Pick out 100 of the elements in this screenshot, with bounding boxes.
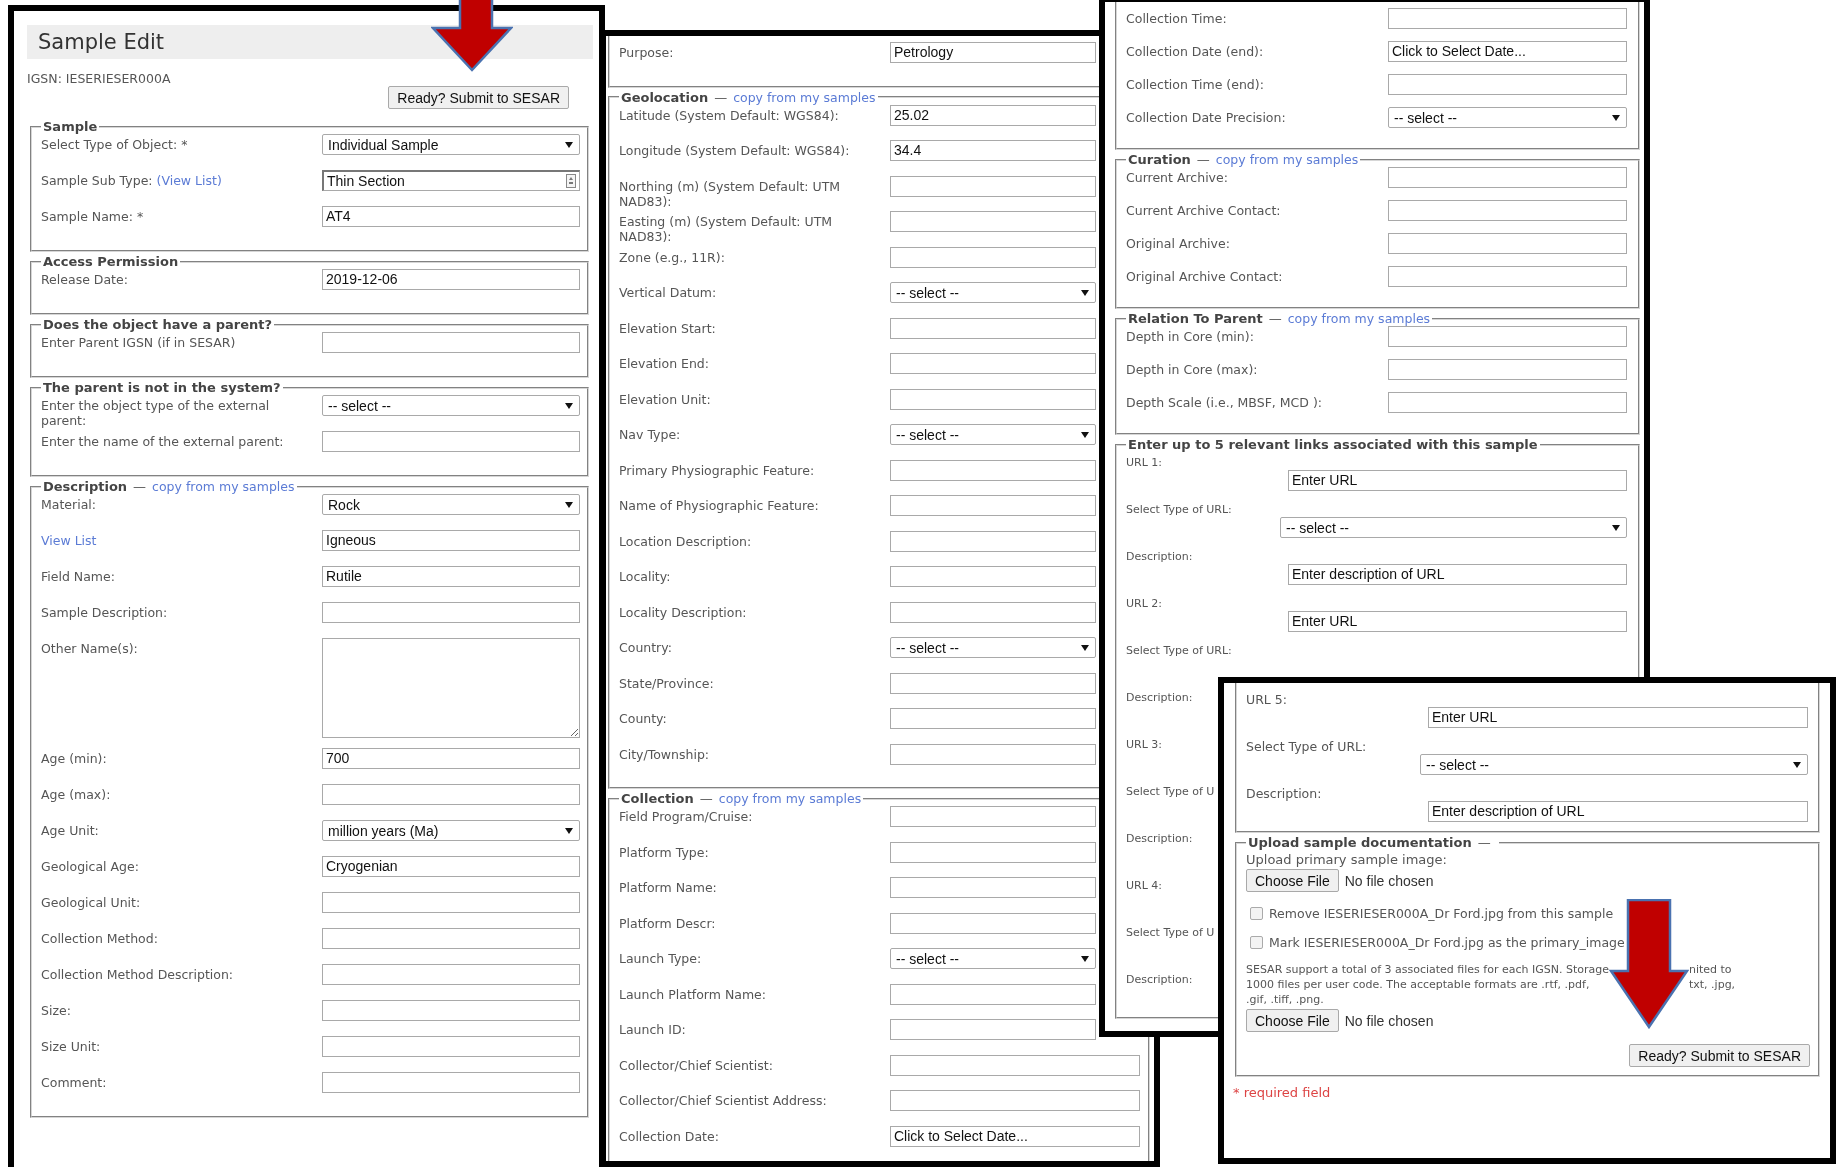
- separator-dash: —: [1196, 152, 1210, 167]
- text-field[interactable]: Click to Select Date...: [890, 1125, 1140, 1147]
- text-field[interactable]: [322, 332, 580, 353]
- dropdown[interactable]: -- select --: [890, 948, 1096, 969]
- text-field[interactable]: AT4: [322, 206, 580, 227]
- text-field[interactable]: [322, 892, 580, 913]
- text-area[interactable]: [322, 638, 580, 738]
- text-field[interactable]: [1388, 167, 1627, 188]
- checkbox[interactable]: [1250, 936, 1263, 949]
- text-field[interactable]: [1388, 8, 1627, 29]
- text-field[interactable]: [890, 912, 1096, 934]
- text-field[interactable]: [1388, 359, 1627, 380]
- lookup-field[interactable]: Thin Section: [322, 170, 580, 191]
- field-label: Launch Platform Name:: [619, 986, 766, 1002]
- copy-link[interactable]: copy from my samples: [152, 479, 295, 494]
- text-field[interactable]: Igneous: [322, 530, 580, 551]
- choose-file-button[interactable]: Choose File: [1246, 869, 1339, 892]
- dropdown[interactable]: -- select --: [890, 424, 1096, 445]
- submit-button[interactable]: Ready? Submit to SESAR: [388, 86, 569, 109]
- dropdown[interactable]: -- select --: [890, 637, 1096, 658]
- field-label: Sample Description:: [41, 605, 168, 620]
- dropdown[interactable]: Individual Sample: [322, 134, 580, 155]
- text-field[interactable]: 700: [322, 748, 580, 769]
- view-list-link[interactable]: (View List): [156, 173, 222, 188]
- view-list-link[interactable]: View List: [41, 533, 97, 548]
- text-field[interactable]: [890, 175, 1096, 197]
- copy-link[interactable]: copy from my samples: [1287, 311, 1431, 326]
- field-label: URL 2:: [1126, 596, 1163, 611]
- text-field[interactable]: Rutile: [322, 566, 580, 587]
- text-field[interactable]: [890, 530, 1096, 552]
- text-field[interactable]: Enter description of URL: [1288, 564, 1627, 585]
- copy-link[interactable]: copy from my samples: [733, 89, 876, 105]
- text-field[interactable]: [890, 601, 1096, 623]
- text-field[interactable]: [890, 353, 1096, 374]
- field-label: Collection Time (end):: [1126, 77, 1264, 92]
- text-field[interactable]: 25.02: [890, 104, 1096, 126]
- dropdown[interactable]: -- select --: [1420, 754, 1808, 775]
- text-field[interactable]: [322, 928, 580, 949]
- text-field[interactable]: Enter URL: [1428, 707, 1808, 728]
- text-field[interactable]: [1388, 326, 1627, 347]
- dropdown[interactable]: -- select --: [1280, 517, 1627, 538]
- choose-file-button[interactable]: Choose File: [1246, 1009, 1339, 1032]
- text-field[interactable]: Enter description of URL: [1428, 801, 1808, 822]
- dropdown[interactable]: million years (Ma): [322, 820, 580, 841]
- text-field[interactable]: [890, 672, 1096, 694]
- text-field[interactable]: [890, 459, 1096, 481]
- text-field[interactable]: [890, 566, 1096, 587]
- text-field[interactable]: [322, 964, 580, 985]
- text-field[interactable]: [1388, 74, 1627, 95]
- text-field[interactable]: [1388, 200, 1627, 221]
- field-label: Description:: [1126, 972, 1193, 987]
- text-field[interactable]: [322, 431, 580, 452]
- text-field[interactable]: 2019-12-06: [322, 269, 580, 290]
- text-field[interactable]: [890, 1090, 1140, 1111]
- text-field[interactable]: Click to Select Date...: [1388, 41, 1627, 62]
- text-field[interactable]: [890, 841, 1096, 863]
- copy-link[interactable]: copy from my samples: [1215, 152, 1359, 167]
- caret-icon: [1793, 760, 1801, 769]
- text-field[interactable]: [322, 784, 580, 805]
- field-label: Elevation Start:: [619, 320, 716, 336]
- dropdown[interactable]: -- select --: [890, 282, 1096, 303]
- field-label: Country:: [619, 640, 672, 655]
- dropdown[interactable]: Rock: [322, 494, 580, 515]
- text-field[interactable]: [890, 1054, 1140, 1076]
- text-field[interactable]: [890, 983, 1096, 1005]
- dropdown[interactable]: -- select --: [322, 395, 580, 416]
- field-label: Current Archive:: [1126, 170, 1228, 185]
- text-field[interactable]: [322, 602, 580, 623]
- field-label: Latitude (System Default: WGS84):: [619, 107, 839, 123]
- text-field[interactable]: [890, 317, 1096, 339]
- text-field[interactable]: [1388, 233, 1627, 254]
- help-text: txt, .jpg,: [1688, 977, 1736, 992]
- caret-icon: [565, 826, 573, 835]
- text-field[interactable]: Cryogenian: [322, 856, 580, 877]
- submit-button[interactable]: Ready? Submit to SESAR: [1629, 1044, 1810, 1067]
- text-field[interactable]: Enter URL: [1288, 611, 1627, 632]
- text-field[interactable]: [322, 1000, 580, 1021]
- text-field[interactable]: [890, 708, 1096, 729]
- field-label: Description:: [1246, 785, 1322, 801]
- text-field[interactable]: [890, 246, 1096, 268]
- text-field[interactable]: [890, 743, 1096, 765]
- field-label: Enter the object type of the external parent:: [41, 398, 270, 428]
- field-label: Current Archive Contact:: [1126, 203, 1281, 218]
- text-field[interactable]: 34.4: [890, 140, 1096, 161]
- dropdown[interactable]: -- select --: [1388, 107, 1627, 128]
- text-field[interactable]: [322, 1036, 580, 1057]
- text-field[interactable]: [890, 211, 1096, 232]
- text-field[interactable]: [890, 388, 1096, 410]
- field-label: Launch ID:: [619, 1022, 686, 1037]
- text-field[interactable]: [890, 877, 1096, 898]
- text-field[interactable]: [322, 1072, 580, 1093]
- copy-link[interactable]: copy from my samples: [718, 791, 862, 806]
- text-field[interactable]: Petrology: [890, 42, 1096, 63]
- text-field[interactable]: [1388, 266, 1627, 287]
- text-field[interactable]: [890, 495, 1096, 516]
- text-field[interactable]: [1388, 392, 1627, 413]
- text-field[interactable]: [890, 806, 1096, 827]
- text-field[interactable]: [890, 1019, 1096, 1040]
- checkbox[interactable]: [1250, 907, 1263, 920]
- text-field[interactable]: Enter URL: [1288, 470, 1627, 491]
